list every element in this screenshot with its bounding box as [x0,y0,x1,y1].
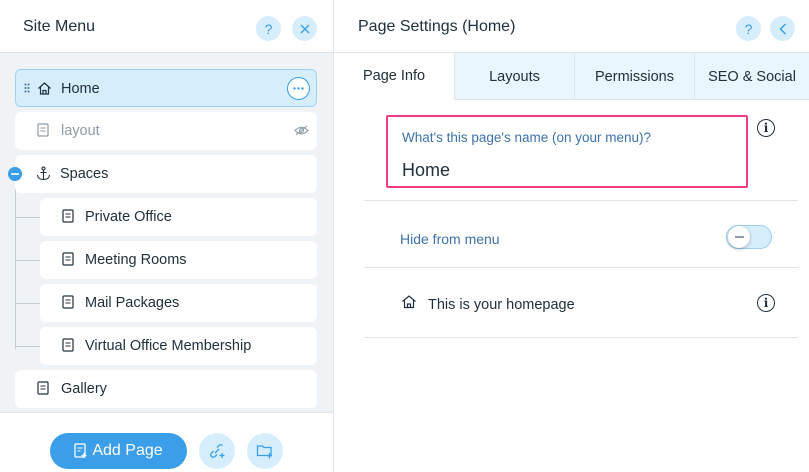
page-name-input[interactable]: Home [402,160,450,181]
tab-page-info[interactable]: Page Info [334,53,455,100]
menu-item-label: Meeting Rooms [85,252,187,268]
minus-icon [11,173,19,175]
menu-item-label: Mail Packages [85,295,180,311]
link-icon [210,444,225,458]
page-name-field-highlight[interactable]: What's this page's name (on your menu)? … [386,115,748,188]
home-icon [38,82,51,95]
tab-seo-social[interactable]: SEO & Social [695,53,809,100]
page-settings-tabs: Page Info Layouts Permissions SEO & Soci… [334,53,809,100]
divider [364,267,798,268]
chevron-left-icon [778,22,786,35]
menu-item-label: Gallery [61,381,107,397]
menu-item-spaces[interactable]: Spaces [15,155,317,193]
page-settings-help-button[interactable]: ? [736,16,761,41]
menu-item-mail-packages[interactable]: Mail Packages [40,284,317,322]
tree-connector [15,217,40,218]
page-settings-title: Page Settings (Home) [358,18,516,35]
page-icon [62,209,74,223]
divider [364,337,798,338]
help-icon: ? [264,20,273,37]
tree-connector [15,346,40,347]
page-icon [37,123,49,137]
add-folder-button[interactable] [247,433,283,469]
tree-connector [15,173,16,349]
anchor-icon [36,166,51,181]
menu-item-label: Home [61,81,100,97]
add-page-icon [74,443,87,458]
toggle-knob [728,226,750,248]
menu-item-virtual-office-membership[interactable]: Virtual Office Membership [40,327,317,365]
add-page-button[interactable]: Add Page [50,433,187,469]
homepage-label: This is your homepage [428,297,575,313]
drag-handle-icon[interactable] [24,83,30,93]
hidden-eye-icon[interactable] [294,125,309,136]
page-settings-header: Page Settings (Home) ? [334,0,809,53]
page-icon [37,381,49,395]
menu-item-label: Private Office [85,209,172,225]
site-menu-footer: Add Page [0,412,333,472]
tab-layouts[interactable]: Layouts [455,53,575,100]
hide-from-menu-toggle[interactable] [726,225,772,249]
menu-item-label: Spaces [60,166,109,182]
menu-item-label: layout [61,123,100,139]
site-menu-panel: Site Menu ? Home layout Spaces Private O… [0,0,334,472]
close-icon [300,24,309,33]
menu-item-layout[interactable]: layout [15,112,317,150]
help-icon: ? [744,20,753,37]
page-icon [62,295,74,309]
page-icon [62,338,74,352]
menu-item-meeting-rooms[interactable]: Meeting Rooms [40,241,317,279]
menu-item-home[interactable]: Home [15,69,317,107]
home-icon [402,295,416,309]
tree-connector [15,260,40,261]
page-icon [62,252,74,266]
menu-item-gallery[interactable]: Gallery [15,370,317,408]
page-name-question: What's this page's name (on your menu)? [402,130,652,145]
site-menu-list: Home layout Spaces Private Office Meetin… [0,53,333,412]
info-icon[interactable]: i [757,294,775,312]
page-settings-back-button[interactable] [770,16,795,41]
tab-permissions[interactable]: Permissions [575,53,695,100]
hide-from-menu-label: Hide from menu [400,231,500,247]
more-icon [293,87,304,90]
menu-item-private-office[interactable]: Private Office [40,198,317,236]
site-menu-help-button[interactable]: ? [256,16,281,41]
folder-icon [256,445,272,459]
more-actions-button[interactable] [287,77,310,100]
site-menu-close-button[interactable] [292,16,317,41]
add-page-label: Add Page [92,442,163,459]
tree-connector [15,303,40,304]
menu-item-label: Virtual Office Membership [85,338,252,354]
page-settings-panel: Page Settings (Home) ? Page Info Layouts… [334,0,809,472]
site-menu-header: Site Menu ? [0,0,333,53]
add-link-button[interactable] [199,433,235,469]
site-menu-title: Site Menu [23,18,96,35]
divider [364,200,798,201]
collapse-button[interactable] [8,167,22,181]
info-icon[interactable]: i [757,119,775,137]
